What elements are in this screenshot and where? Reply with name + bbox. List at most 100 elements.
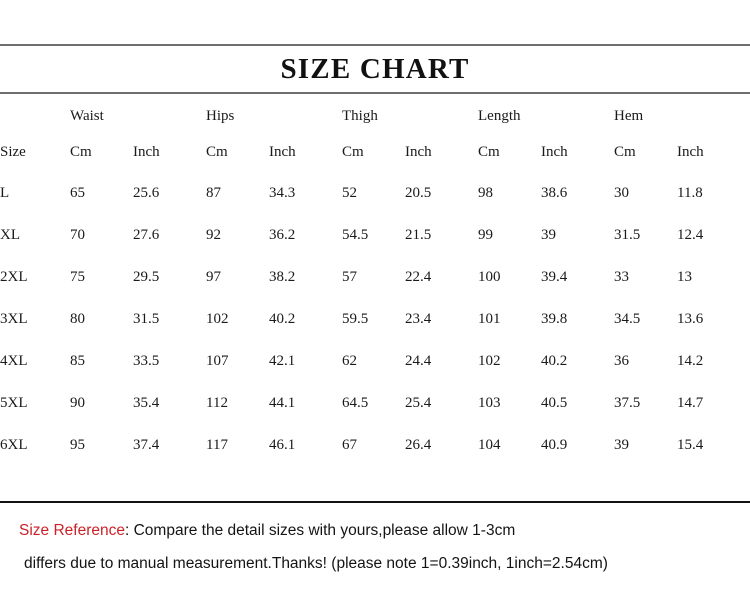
column-header-size: Size bbox=[0, 143, 26, 160]
table-row: 4XL 85 33.5 107 42.1 62 24.4 102 40.2 36… bbox=[0, 340, 750, 382]
cell-length-inch: 39.4 bbox=[541, 268, 568, 285]
cell-hips-cm: 87 bbox=[206, 184, 222, 201]
cell-waist-cm: 95 bbox=[70, 436, 85, 453]
unit-header-row: Size Cm Inch Cm Inch Cm Inch Cm Inch Cm … bbox=[0, 132, 750, 172]
column-header-waist-cm: Cm bbox=[70, 143, 92, 160]
column-header-hem-cm: Cm bbox=[614, 143, 636, 160]
cell-hem-cm: 31.5 bbox=[614, 226, 641, 243]
cell-hips-inch: 40.2 bbox=[269, 310, 296, 327]
cell-waist-cm: 70 bbox=[70, 226, 85, 243]
cell-thigh-cm: 64.5 bbox=[342, 394, 369, 411]
title-band: SIZE CHART bbox=[0, 46, 750, 92]
column-header-waist-inch: Inch bbox=[133, 143, 160, 160]
table-row: XL 70 27.6 92 36.2 54.5 21.5 99 39 31.5 … bbox=[0, 214, 750, 256]
cell-hem-inch: 12.4 bbox=[677, 226, 704, 243]
cell-hips-inch: 36.2 bbox=[269, 226, 296, 243]
cell-length-cm: 98 bbox=[478, 184, 494, 201]
cell-hem-inch: 14.7 bbox=[677, 394, 704, 411]
cell-hem-cm: 37.5 bbox=[614, 394, 641, 411]
page-title: SIZE CHART bbox=[280, 52, 470, 85]
size-reference-note: Size Reference: Compare the detail sizes… bbox=[0, 512, 750, 609]
cell-hips-cm: 117 bbox=[206, 436, 228, 453]
cell-length-cm: 104 bbox=[478, 436, 501, 453]
cell-hips-cm: 112 bbox=[206, 394, 228, 411]
cell-length-inch: 40.9 bbox=[541, 436, 568, 453]
column-header-hem-inch: Inch bbox=[677, 143, 704, 160]
cell-thigh-cm: 52 bbox=[342, 184, 358, 201]
group-header-hips: Hips bbox=[206, 107, 235, 124]
divider-above-footer bbox=[0, 501, 750, 503]
cell-hem-cm: 39 bbox=[614, 436, 630, 453]
row-size-label: 2XL bbox=[0, 268, 28, 285]
cell-thigh-inch: 22.4 bbox=[405, 268, 432, 285]
cell-length-cm: 100 bbox=[478, 268, 501, 285]
size-chart-page: SIZE CHART Waist Hips Thigh Length Hem S… bbox=[0, 0, 750, 609]
cell-hem-inch: 15.4 bbox=[677, 436, 704, 453]
cell-hem-cm: 30 bbox=[614, 184, 630, 201]
table-row: L 65 25.6 87 34.3 52 20.5 98 38.6 30 11.… bbox=[0, 172, 750, 214]
group-header-length: Length bbox=[478, 107, 521, 124]
group-header-spacer bbox=[0, 100, 70, 132]
row-size-label: L bbox=[0, 184, 10, 201]
cell-length-cm: 102 bbox=[478, 352, 501, 369]
cell-hem-inch: 14.2 bbox=[677, 352, 704, 369]
cell-hem-cm: 33 bbox=[614, 268, 630, 285]
column-header-hips-inch: Inch bbox=[269, 143, 296, 160]
size-table: Waist Hips Thigh Length Hem Size Cm Inch… bbox=[0, 100, 750, 466]
cell-length-inch: 39.8 bbox=[541, 310, 568, 327]
column-header-thigh-cm: Cm bbox=[342, 143, 364, 160]
row-size-label: XL bbox=[0, 226, 20, 243]
cell-hips-inch: 38.2 bbox=[269, 268, 296, 285]
cell-waist-inch: 37.4 bbox=[133, 436, 160, 453]
group-header-hem: Hem bbox=[614, 107, 644, 124]
cell-thigh-cm: 57 bbox=[342, 268, 358, 285]
cell-waist-inch: 25.6 bbox=[133, 184, 160, 201]
column-header-length-cm: Cm bbox=[478, 143, 500, 160]
row-size-label: 3XL bbox=[0, 310, 28, 327]
cell-length-inch: 38.6 bbox=[541, 184, 568, 201]
table-row: 3XL 80 31.5 102 40.2 59.5 23.4 101 39.8 … bbox=[0, 298, 750, 340]
cell-thigh-cm: 54.5 bbox=[342, 226, 369, 243]
cell-hips-cm: 92 bbox=[206, 226, 222, 243]
cell-thigh-inch: 21.5 bbox=[405, 226, 432, 243]
cell-waist-cm: 65 bbox=[70, 184, 85, 201]
cell-waist-inch: 31.5 bbox=[133, 310, 160, 327]
size-table-container: Waist Hips Thigh Length Hem Size Cm Inch… bbox=[0, 100, 750, 498]
cell-hips-inch: 42.1 bbox=[269, 352, 296, 369]
cell-hem-cm: 34.5 bbox=[614, 310, 641, 327]
note-line-1: Size Reference: Compare the detail sizes… bbox=[19, 522, 515, 539]
column-header-length-inch: Inch bbox=[541, 143, 568, 160]
cell-length-cm: 101 bbox=[478, 310, 501, 327]
group-header-thigh: Thigh bbox=[342, 107, 378, 124]
row-size-label: 6XL bbox=[0, 436, 28, 453]
cell-hips-inch: 34.3 bbox=[269, 184, 296, 201]
note-line-2: differs due to manual measurement.Thanks… bbox=[24, 555, 608, 572]
row-size-label: 4XL bbox=[0, 352, 28, 369]
cell-thigh-cm: 59.5 bbox=[342, 310, 369, 327]
cell-hem-inch: 13.6 bbox=[677, 310, 704, 327]
cell-thigh-inch: 26.4 bbox=[405, 436, 432, 453]
cell-thigh-inch: 23.4 bbox=[405, 310, 432, 327]
divider-under-title bbox=[0, 92, 750, 94]
row-size-label: 5XL bbox=[0, 394, 28, 411]
cell-waist-inch: 35.4 bbox=[133, 394, 160, 411]
cell-hips-cm: 97 bbox=[206, 268, 222, 285]
table-row: 2XL 75 29.5 97 38.2 57 22.4 100 39.4 33 … bbox=[0, 256, 750, 298]
note-line-1-text: : Compare the detail sizes with yours,pl… bbox=[124, 522, 516, 539]
cell-length-cm: 103 bbox=[478, 394, 501, 411]
cell-hips-inch: 46.1 bbox=[269, 436, 296, 453]
cell-waist-cm: 85 bbox=[70, 352, 85, 369]
cell-waist-inch: 27.6 bbox=[133, 226, 160, 243]
cell-thigh-inch: 20.5 bbox=[405, 184, 432, 201]
cell-thigh-inch: 25.4 bbox=[405, 394, 432, 411]
cell-length-inch: 39 bbox=[541, 226, 557, 243]
size-table-body: L 65 25.6 87 34.3 52 20.5 98 38.6 30 11.… bbox=[0, 172, 750, 466]
cell-waist-cm: 80 bbox=[70, 310, 85, 327]
cell-hips-cm: 107 bbox=[206, 352, 229, 369]
cell-waist-inch: 33.5 bbox=[133, 352, 160, 369]
cell-thigh-cm: 67 bbox=[342, 436, 358, 453]
size-reference-label: Size Reference bbox=[19, 522, 125, 539]
cell-thigh-cm: 62 bbox=[342, 352, 358, 369]
cell-waist-inch: 29.5 bbox=[133, 268, 160, 285]
cell-hem-cm: 36 bbox=[614, 352, 630, 369]
